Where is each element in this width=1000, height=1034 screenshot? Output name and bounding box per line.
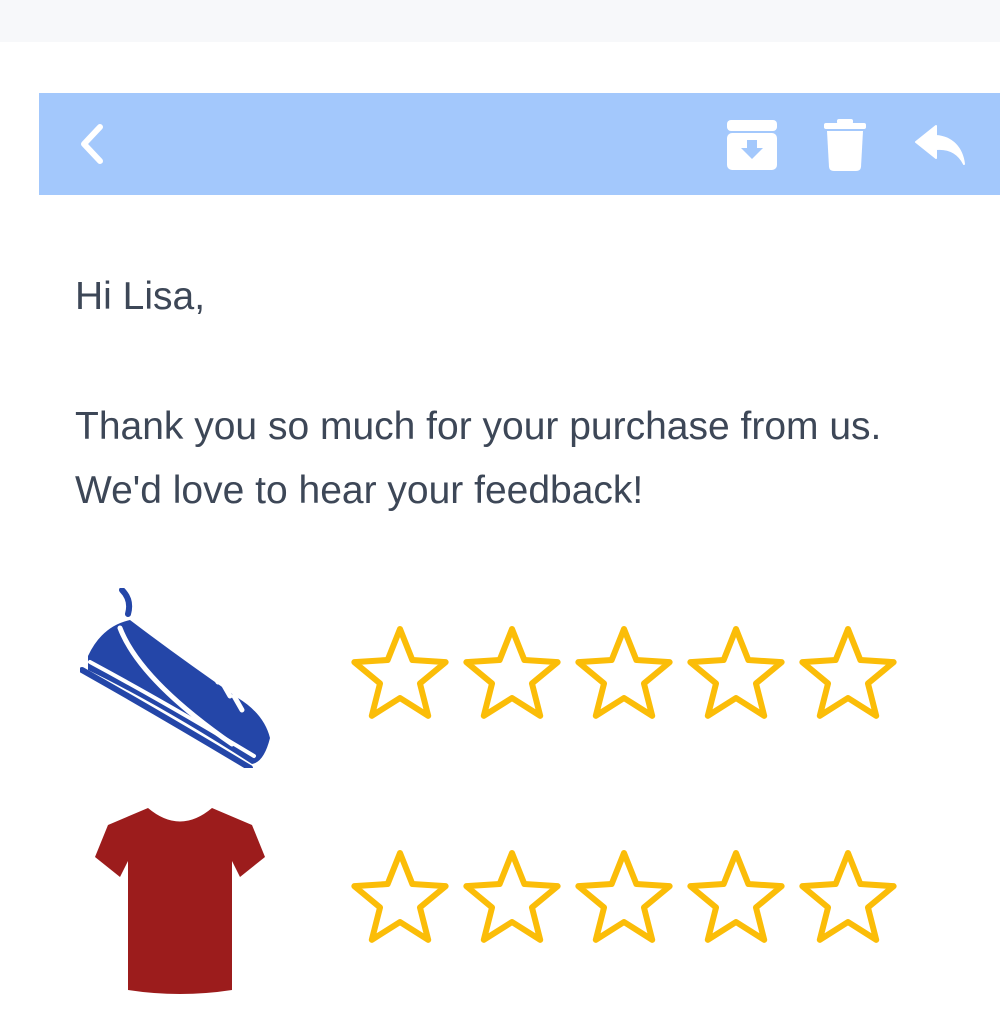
email-greeting: Hi Lisa, [75,275,206,318]
rating-stars-shirt [350,848,898,948]
back-button[interactable] [67,119,117,169]
email-body: Hi Lisa, Thank you so much for your purc… [75,265,955,523]
reply-button[interactable] [907,117,973,173]
star-icon[interactable] [686,848,786,948]
star-icon[interactable] [798,624,898,724]
email-toolbar [39,93,1000,195]
star-icon[interactable] [686,624,786,724]
trash-icon [824,119,866,171]
archive-icon [727,120,777,170]
chevron-left-icon [81,124,103,164]
sneaker-icon [80,588,270,768]
t-shirt-icon [95,808,265,994]
star-icon[interactable] [574,848,674,948]
reply-icon [915,125,965,165]
rating-stars-shoe [350,624,898,724]
star-icon[interactable] [350,624,450,724]
delete-button[interactable] [815,115,875,175]
star-icon[interactable] [798,848,898,948]
email-message: Thank you so much for your purchase from… [75,405,882,512]
product-row-shirt [80,805,920,994]
star-icon[interactable] [350,848,450,948]
star-icon[interactable] [462,848,562,948]
product-row-shoe [80,588,920,768]
top-strip [0,0,1000,42]
star-icon[interactable] [462,624,562,724]
star-icon[interactable] [574,624,674,724]
archive-button[interactable] [719,115,785,175]
